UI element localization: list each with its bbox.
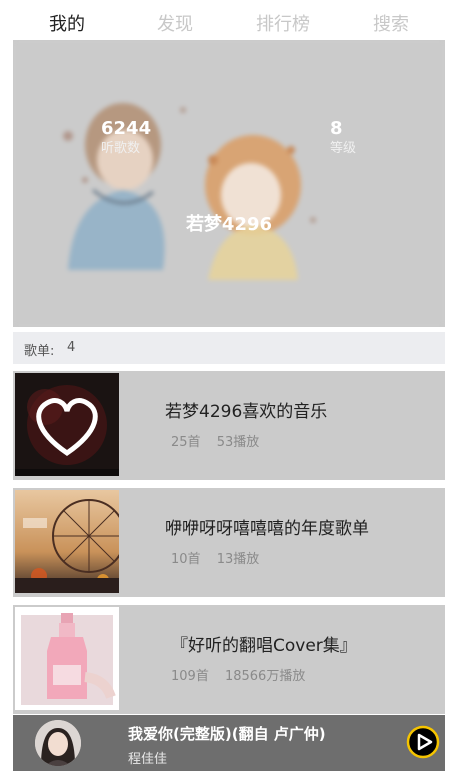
playlist-play-count: 53播放 — [216, 435, 260, 450]
playlist-track-count: 10首 — [171, 552, 201, 567]
tab-discover[interactable]: 发现 — [121, 5, 229, 40]
tab-charts[interactable]: 排行榜 — [229, 5, 337, 40]
playlist-meta: 10首 13播放 — [171, 548, 271, 567]
now-playing-song-title: 我爱你(完整版)(翻自 卢广仲) — [128, 725, 326, 743]
playlist-track-count: 109首 — [171, 669, 209, 684]
playlist-section-header: 歌单: 4 — [13, 332, 445, 364]
now-playing-artist: 程佳佳 — [128, 752, 168, 767]
heart-icon — [15, 373, 119, 476]
playlist-play-count: 18566万播放 — [224, 669, 306, 684]
play-icon — [406, 725, 440, 759]
top-tabs: 我的 发现 排行榜 搜索 — [13, 5, 445, 40]
playlist-cover — [15, 607, 119, 710]
playlist-count-label: 歌单: — [24, 344, 55, 359]
playlist-item[interactable]: 咿咿呀呀嘻嘻嘻的年度歌单 10首 13播放 — [13, 488, 445, 597]
level-label: 等级 — [330, 141, 357, 156]
playlist-item[interactable]: 若梦4296喜欢的音乐 25首 53播放 — [13, 371, 445, 480]
playlist-meta: 109首 18566万播放 — [171, 665, 317, 684]
playlist-play-count: 13播放 — [216, 552, 260, 567]
username: 若梦4296 — [185, 214, 273, 235]
artist-avatar — [35, 720, 81, 766]
level-value: 8 — [330, 118, 343, 139]
playlist-track-count: 25首 — [171, 435, 201, 450]
tab-mine[interactable]: 我的 — [13, 5, 121, 40]
pink-bottle-photo — [15, 607, 119, 710]
ferris-wheel-photo — [15, 490, 119, 593]
playlist-title: 咿咿呀呀嘻嘻嘻的年度歌单 — [165, 519, 369, 539]
avatar — [35, 720, 81, 766]
listen-count-stat: 6244 听歌数 — [101, 118, 151, 158]
playlist-title: 若梦4296喜欢的音乐 — [165, 402, 328, 422]
playlist-list: 若梦4296喜欢的音乐 25首 53播放 咿咿呀呀嘻嘻嘻的年度歌单 10首 13… — [13, 371, 445, 722]
now-playing-bar[interactable]: 我爱你(完整版)(翻自 卢广仲) 程佳佳 — [13, 715, 445, 771]
level-stat: 8 等级 — [330, 118, 356, 158]
playlist-title: 『好听的翻唱Cover集』 — [171, 636, 357, 656]
music-app: 我的 发现 排行榜 搜索 6244 听歌数 8 等级 若梦4296 歌单: 4 … — [13, 5, 445, 780]
playlist-cover — [15, 490, 119, 593]
playlist-meta: 25首 53播放 — [171, 431, 271, 450]
banner-illustration — [13, 40, 445, 327]
tab-search[interactable]: 搜索 — [337, 5, 445, 40]
play-button[interactable] — [406, 725, 440, 759]
listen-count-label: 听歌数 — [101, 141, 141, 156]
playlist-count-value: 4 — [67, 340, 76, 355]
listen-count-value: 6244 — [101, 118, 152, 139]
playlist-item[interactable]: 『好听的翻唱Cover集』 109首 18566万播放 — [13, 605, 445, 714]
profile-banner: 6244 听歌数 8 等级 若梦4296 — [13, 40, 445, 327]
playlist-cover — [15, 373, 119, 476]
